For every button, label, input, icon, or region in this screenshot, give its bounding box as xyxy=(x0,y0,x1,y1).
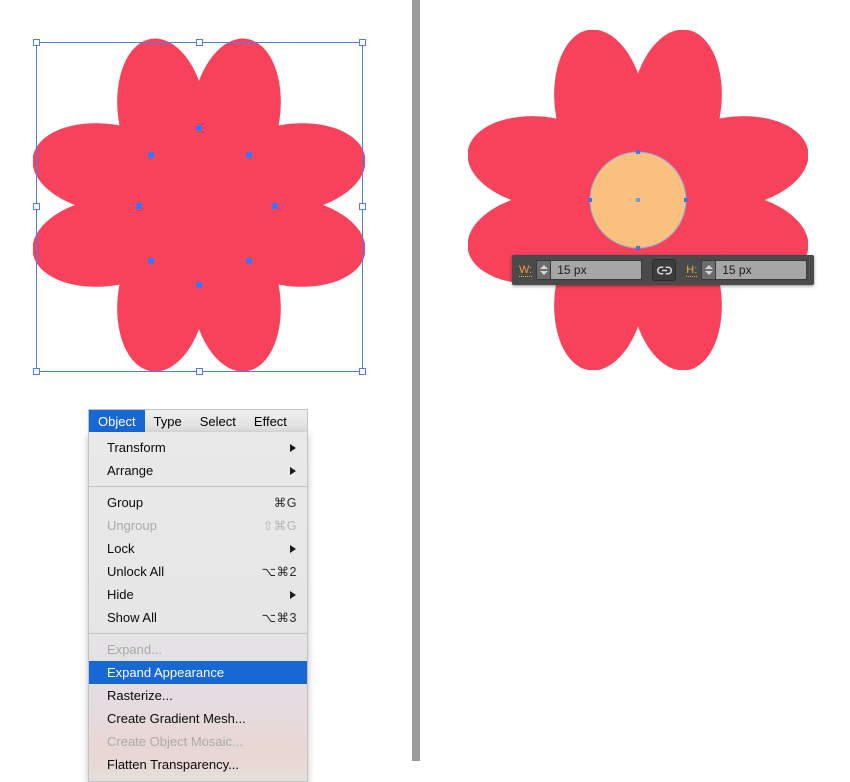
height-label: H: xyxy=(686,263,698,277)
width-input[interactable]: 15 px xyxy=(550,260,643,280)
menu-item-create-object-mosaic: Create Object Mosaic... xyxy=(89,730,307,753)
menu-item-label: Expand... xyxy=(107,642,162,657)
chevron-right-icon xyxy=(290,544,296,553)
menu-separator xyxy=(89,633,307,634)
chevron-right-icon xyxy=(290,466,296,475)
menu-item-label: Create Gradient Mesh... xyxy=(107,711,246,726)
menu-item-shortcut: ⌥⌘3 xyxy=(261,611,297,625)
flower-left-svg xyxy=(33,38,365,372)
canvas-right[interactable] xyxy=(420,0,850,761)
menu-item-label: Flatten Transparency... xyxy=(107,757,239,772)
menubar-item-effect[interactable]: Effect xyxy=(245,410,296,432)
transform-hud-toolbar[interactable]: W: 15 px H: 15 px xyxy=(512,255,815,285)
menu-item-hide[interactable]: Hide xyxy=(89,583,307,606)
triangle-down-icon[interactable] xyxy=(539,271,548,275)
menu-item-label: Show All xyxy=(107,610,157,625)
menu-item-label: Arrange xyxy=(107,463,154,478)
menu-item-label: Create Object Mosaic... xyxy=(107,734,243,749)
chevron-right-icon xyxy=(290,443,296,452)
triangle-up-icon[interactable] xyxy=(704,265,713,269)
menu-item-unlock-all[interactable]: Unlock All ⌥⌘2 xyxy=(89,560,307,583)
width-label: W: xyxy=(519,263,533,277)
menu-item-label: Hide xyxy=(107,587,134,602)
menu-item-ungroup: Ungroup ⇧⌘G xyxy=(89,514,307,537)
menu-item-label: Unlock All xyxy=(107,564,165,579)
menu-item-expand: Expand... xyxy=(89,638,307,661)
height-control-group: H: 15 px xyxy=(686,260,808,280)
width-stepper[interactable] xyxy=(536,260,551,280)
screenshot-stage: W: 15 px H: 15 px Object Type Select Eff… xyxy=(0,0,850,782)
menu-item-show-all[interactable]: Show All ⌥⌘3 xyxy=(89,606,307,629)
link-chain-icon[interactable] xyxy=(652,259,677,281)
menu-item-lock[interactable]: Lock xyxy=(89,537,307,560)
menu-item-label: Group xyxy=(107,495,144,510)
menu-item-label: Expand Appearance xyxy=(107,665,225,680)
flower-right-artwork[interactable] xyxy=(468,30,808,370)
width-control-group: W: 15 px xyxy=(519,260,643,280)
menu-item-group[interactable]: Group ⌘G xyxy=(89,491,307,514)
menubar-item-select[interactable]: Select xyxy=(191,410,245,432)
flower-right-svg xyxy=(468,30,808,370)
menu-separator xyxy=(89,486,307,487)
menubar[interactable]: Object Type Select Effect xyxy=(88,409,308,432)
menu-item-create-gradient-mesh[interactable]: Create Gradient Mesh... xyxy=(89,707,307,730)
chevron-right-icon xyxy=(290,590,296,599)
menu-item-label: Ungroup xyxy=(107,518,157,533)
height-stepper[interactable] xyxy=(701,260,716,280)
menu-item-label: Lock xyxy=(107,541,135,556)
center-circle-shape xyxy=(589,151,687,249)
object-menu-panel[interactable]: Transform Arrange Group ⌘G Ungroup ⇧⌘G Lock Unl… xyxy=(88,432,308,782)
menubar-item-object[interactable]: Object xyxy=(89,410,145,432)
menu-item-arrange[interactable]: Arrange xyxy=(89,459,307,482)
triangle-up-icon[interactable] xyxy=(539,265,548,269)
menubar-item-type[interactable]: Type xyxy=(145,410,191,432)
triangle-down-icon[interactable] xyxy=(704,271,713,275)
menu-item-rasterize[interactable]: Rasterize... xyxy=(89,684,307,707)
menu-item-shortcut: ⇧⌘G xyxy=(262,519,297,533)
menu-item-transform[interactable]: Transform xyxy=(89,436,307,459)
menu-item-shortcut: ⌥⌘2 xyxy=(261,565,297,579)
menu-item-flatten-transparency[interactable]: Flatten Transparency... xyxy=(89,753,307,776)
height-input[interactable]: 15 px xyxy=(715,260,808,280)
menu-item-expand-appearance[interactable]: Expand Appearance xyxy=(89,661,307,684)
menu-item-label: Transform xyxy=(107,440,166,455)
panel-divider xyxy=(412,0,420,761)
menu-item-shortcut: ⌘G xyxy=(273,496,297,510)
flower-left-artwork[interactable] xyxy=(33,36,365,374)
menu-item-label: Rasterize... xyxy=(107,688,173,703)
link-chain-glyph xyxy=(656,265,672,275)
